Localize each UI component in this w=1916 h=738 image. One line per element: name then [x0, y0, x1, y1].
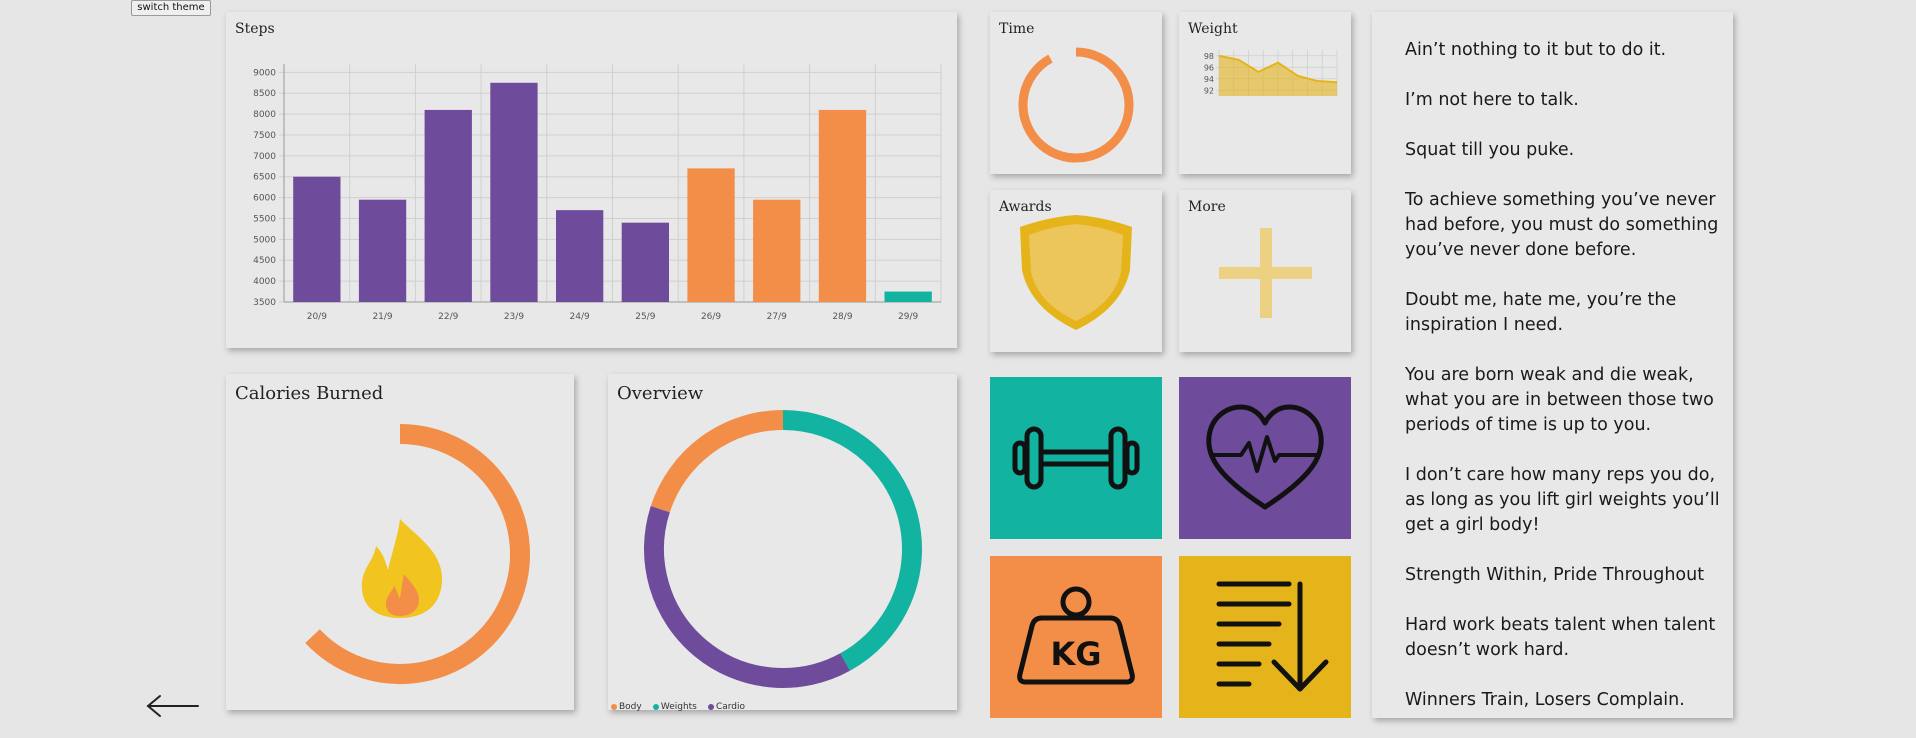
- steps-bar: [687, 168, 735, 302]
- overview-slice-body: [650, 410, 784, 513]
- quotes-list: Ain’t nothing to it but to do it. I’m not…: [1405, 38, 1735, 738]
- quote-item: Doubt me, hate me, you’re the inspiratio…: [1405, 290, 1677, 335]
- weight-ytick-label: 92: [1204, 86, 1214, 95]
- tile-heart-rate[interactable]: [1179, 377, 1351, 539]
- tile-sort[interactable]: [1179, 556, 1351, 718]
- heart-rate-icon: [1206, 404, 1324, 510]
- steps-bar: [818, 109, 867, 302]
- steps-ytick-label: 8000: [253, 110, 276, 120]
- sort-descending-list-icon: [1216, 581, 1329, 692]
- dumbbell-icon: [1012, 426, 1140, 490]
- steps-xtick-label: 21/9: [372, 312, 392, 322]
- steps-ytick-label: 4500: [253, 256, 276, 266]
- awards-card[interactable]: Awards: [990, 190, 1162, 352]
- steps-ytick-label: 5500: [253, 214, 276, 224]
- steps-ytick-label: 5000: [253, 235, 276, 245]
- steps-xtick-label: 22/9: [438, 312, 458, 322]
- steps-ytick-label: 6500: [253, 173, 276, 183]
- overview-card: Overview Body Weights Cardio: [608, 374, 957, 713]
- steps-xtick-label: 23/9: [504, 312, 524, 322]
- time-progress-ring: [1018, 47, 1134, 163]
- flame-icon: [361, 519, 443, 618]
- legend-item-body: Body: [611, 702, 642, 712]
- weight-ytick-label: 96: [1204, 63, 1214, 72]
- steps-bar: [424, 109, 472, 302]
- steps-ytick-label: 6000: [253, 194, 276, 204]
- tile-kettlebell[interactable]: KG: [990, 556, 1162, 718]
- steps-bar: [884, 291, 932, 302]
- switch-theme-button[interactable]: switch theme: [131, 0, 211, 16]
- quote-item: Winners Train, Losers Complain.: [1405, 690, 1685, 710]
- legend-item-weights: Weights: [652, 702, 697, 712]
- calories-progress-ring: [305, 424, 530, 684]
- steps-ytick-label: 7500: [253, 131, 276, 141]
- steps-bar: [490, 82, 538, 302]
- arrow-left-icon[interactable]: [144, 692, 200, 720]
- time-card[interactable]: Time: [990, 12, 1162, 174]
- steps-bar: [753, 199, 801, 302]
- steps-xtick-label: 20/9: [307, 312, 327, 322]
- tile-weights[interactable]: [990, 377, 1162, 539]
- overview-slice-weights: [782, 410, 922, 671]
- weight-ytick-label: 94: [1204, 75, 1214, 84]
- quote-item: Ain’t nothing to it but to do it.: [1405, 40, 1667, 60]
- calories-card: Calories Burned: [226, 374, 574, 710]
- overview-donut-chart: [644, 410, 922, 688]
- steps-bar: [621, 222, 670, 302]
- weight-area-chart: 92 94 96 98: [1204, 50, 1338, 96]
- quote-item: I’m not here to talk.: [1405, 90, 1579, 110]
- steps-xtick-label: 27/9: [767, 312, 787, 322]
- steps-xtick-label: 29/9: [898, 312, 918, 322]
- steps-bar: [555, 210, 604, 302]
- kettlebell-kg-icon: KG: [1017, 586, 1135, 685]
- steps-ytick-label: 9000: [253, 68, 276, 78]
- quote-item: Hard work beats talent when talent doesn…: [1405, 615, 1716, 660]
- time-progress-arc: [1018, 47, 1134, 163]
- steps-bar: [358, 199, 407, 302]
- steps-ytick-label: 7000: [253, 152, 276, 162]
- quote-item: To achieve something you’ve never had be…: [1405, 190, 1719, 260]
- overview-slice-cardio: [644, 506, 850, 688]
- quote-item: Squat till you puke.: [1405, 140, 1575, 160]
- legend-item-cardio: Cardio: [707, 702, 745, 712]
- steps-bar-chart: 3500 4000 4500 5000 5500 6000 6500 7000 7500 8000…: [253, 64, 942, 322]
- steps-xtick-label: 24/9: [570, 312, 590, 322]
- quote-item: You are born weak and die weak, what you…: [1405, 365, 1714, 435]
- more-card[interactable]: More: [1179, 190, 1351, 352]
- steps-bar: [293, 176, 341, 302]
- quote-item: Strength Within, Pride Throughout: [1405, 565, 1705, 585]
- steps-card: Steps 3500 4000 4500 5000 5500 6000 6500 7000 75…: [226, 12, 957, 348]
- plus-icon: [1219, 228, 1312, 318]
- steps-xtick-label: 25/9: [635, 312, 655, 322]
- kg-label: KG: [1050, 635, 1101, 673]
- steps-xtick-label: 26/9: [701, 312, 721, 322]
- shield-icon: [1020, 215, 1132, 330]
- weight-ytick-label: 98: [1204, 52, 1214, 61]
- quote-item: I don’t care how many reps you do, as lo…: [1405, 465, 1720, 535]
- steps-ytick-label: 8500: [253, 89, 276, 99]
- steps-ytick-label: 3500: [253, 298, 276, 308]
- steps-xtick-label: 28/9: [832, 312, 852, 322]
- weight-card[interactable]: Weight 92 94 96 98: [1179, 12, 1351, 174]
- overview-legend: Body Weights Cardio: [611, 694, 751, 713]
- steps-ytick-label: 4000: [253, 277, 276, 287]
